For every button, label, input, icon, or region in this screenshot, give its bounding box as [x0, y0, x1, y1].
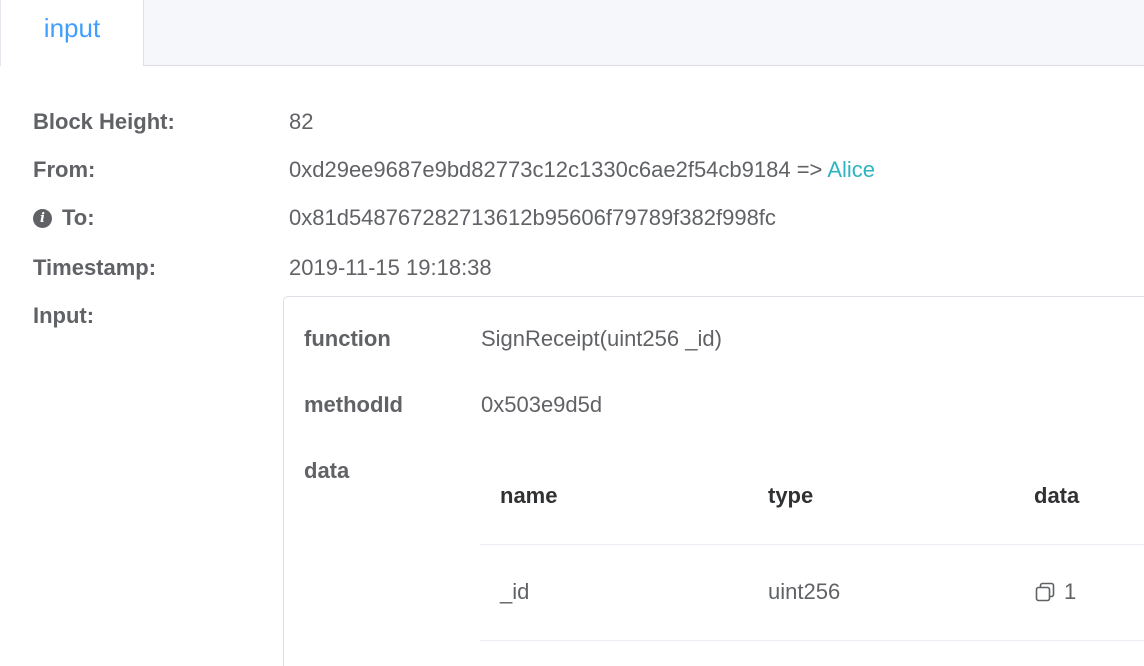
table-header: name type data: [480, 447, 1144, 545]
function-row: function SignReceipt(uint256 _id): [304, 324, 722, 354]
timestamp-row: Timestamp: 2019-11-15 19:18:38: [33, 253, 492, 283]
input-row: Input:: [33, 301, 94, 331]
table-row: _id uint256 1: [480, 545, 1144, 641]
cell-type: uint256: [768, 579, 841, 604]
cell-data: 1: [1034, 579, 1076, 605]
cell-data-value: 1: [1064, 579, 1077, 604]
from-arrow: =>: [790, 157, 828, 182]
cell-name: _id: [500, 579, 530, 604]
block-height-label: Block Height:: [33, 109, 175, 134]
block-height-value: 82: [289, 109, 314, 134]
input-label: Input:: [33, 303, 95, 328]
to-value: 0x81d548767282713612b95606f79789f382f998…: [289, 205, 776, 230]
input-decoded-box: function SignReceipt(uint256 _id) method…: [283, 296, 1144, 666]
from-value: 0xd29ee9687e9bd82773c12c1330c6ae2f54cb91…: [289, 157, 875, 183]
function-label: function: [304, 326, 391, 351]
column-header-name: name: [500, 483, 558, 508]
to-row: i To: 0x81d548767282713612b95606f79789f3…: [33, 203, 776, 233]
input-data-table: name type data _id uint256 1: [480, 447, 1144, 641]
to-label: To:: [62, 205, 95, 230]
info-circle-icon[interactable]: i: [33, 208, 52, 228]
timestamp-value: 2019-11-15 19:18:38: [289, 255, 492, 280]
from-alias-link[interactable]: Alice: [827, 157, 875, 182]
from-address: 0xd29ee9687e9bd82773c12c1330c6ae2f54cb91…: [289, 157, 791, 182]
timestamp-label: Timestamp:: [33, 255, 157, 280]
block-height-row: Block Height: 82: [33, 107, 313, 137]
from-row: From: 0xd29ee9687e9bd82773c12c1330c6ae2f…: [33, 155, 875, 185]
column-header-data: data: [1034, 483, 1080, 508]
method-id-row: methodId 0x503e9d5d: [304, 390, 602, 420]
tab-bar: input: [0, 0, 1144, 66]
tab-input[interactable]: input: [0, 0, 144, 66]
function-value: SignReceipt(uint256 _id): [481, 326, 722, 351]
from-label: From:: [33, 157, 96, 182]
method-id-value: 0x503e9d5d: [481, 392, 603, 417]
to-label-wrap: i To:: [33, 205, 95, 231]
transaction-detail-page: input Block Height: 82 From: 0xd29ee9687…: [0, 0, 1144, 666]
copy-icon[interactable]: [1034, 581, 1056, 603]
data-row: data: [304, 456, 349, 486]
method-id-label: methodId: [304, 392, 403, 417]
data-label: data: [304, 458, 350, 483]
column-header-type: type: [768, 483, 814, 508]
